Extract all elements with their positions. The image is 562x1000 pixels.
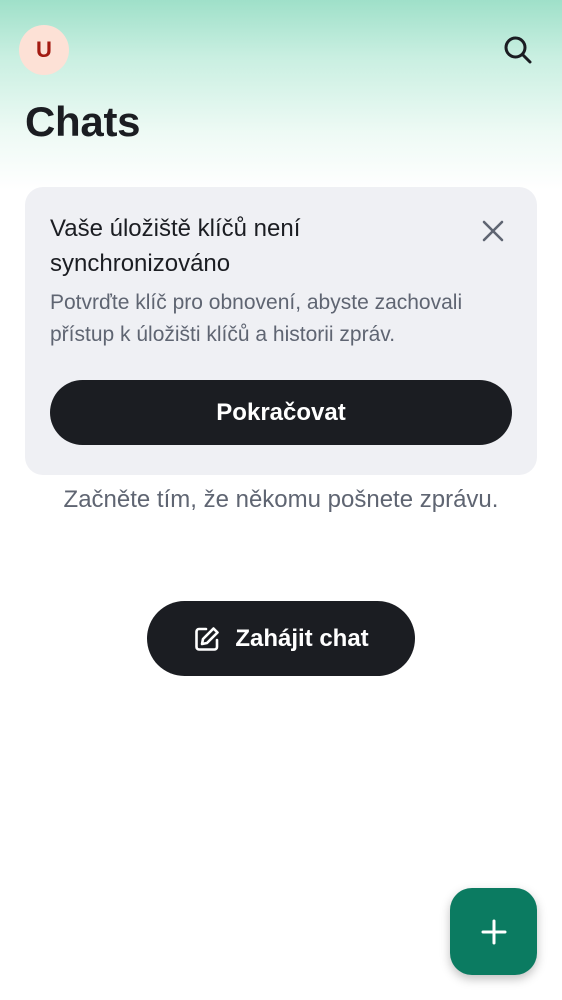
page-title: Chats	[25, 98, 141, 145]
empty-state-message: Začněte tím, že někomu pošnete zprávu.	[63, 486, 499, 513]
key-backup-banner: Vaše úložiště klíčů není synchronizováno…	[25, 187, 537, 475]
start-chat-button[interactable]: Zahájit chat	[147, 601, 415, 676]
banner-close-button[interactable]	[477, 215, 509, 247]
header-gradient	[0, 0, 562, 190]
search-icon	[504, 36, 532, 64]
plus-icon	[481, 919, 506, 944]
close-icon	[482, 220, 504, 242]
new-chat-fab[interactable]	[450, 888, 537, 975]
start-chat-label: Zahájit chat	[235, 624, 369, 652]
search-button[interactable]	[496, 28, 540, 72]
edit-icon	[195, 626, 220, 651]
banner-title: Vaše úložiště klíčů není synchronizováno	[50, 215, 301, 277]
avatar-initial: U	[36, 37, 52, 62]
continue-button[interactable]: Pokračovat	[50, 380, 512, 445]
banner-description: Potvrďte klíč pro obnovení, abyste zacho…	[50, 291, 463, 346]
avatar[interactable]: U	[19, 25, 69, 75]
